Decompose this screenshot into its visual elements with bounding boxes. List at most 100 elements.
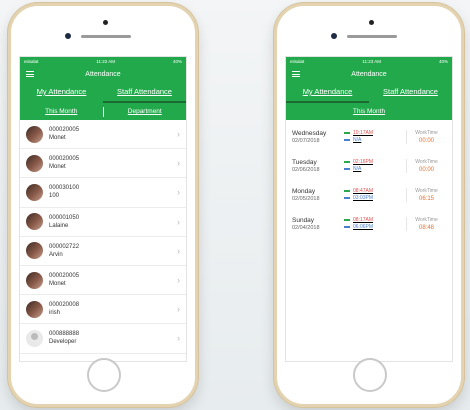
check-out-icon [344,226,350,228]
check-out-time: N/A [353,165,362,172]
filter-this-month[interactable]: This Month [20,108,103,115]
day-name: Monday [292,187,316,195]
camera-icon [331,33,337,39]
staff-name: irish [49,310,61,317]
nav-bar: Attendance [286,66,452,83]
list-item[interactable]: 000020005 Monet › [20,149,186,179]
check-in-time: 08:17AM [353,216,374,223]
worktime-label: WorkTime [415,129,438,136]
attendance-row[interactable]: Wednesday 02/07/2018 10:17AM N/A WorkTime… [286,122,452,151]
chevron-right-icon: › [177,187,180,198]
check-out-time: 03:03PM [353,194,374,201]
list-item[interactable]: 000020005 Monet › [20,120,186,150]
chevron-right-icon: › [177,275,180,286]
attendance-row[interactable]: Tuesday 02/06/2018 02:16PM N/A WorkTime 00… [286,151,452,180]
staff-name: Monet [49,281,66,288]
check-in-icon [344,190,350,192]
menu-icon[interactable] [26,71,34,77]
earpiece [347,35,397,38]
camera-icon [65,33,71,39]
day-date: 02/07/2018 [292,137,320,144]
page-title: Attendance [351,71,387,78]
status-bar: etisalat 11:23 AM 40% [286,57,452,66]
speaker-dot [103,20,108,25]
staff-id: 000888888 [49,331,80,338]
list-item[interactable]: 000020005 Monet › [20,266,186,296]
check-in-time: 02:16PM [353,158,374,165]
chevron-right-icon: › [177,333,180,344]
day-date: 02/05/2018 [292,195,320,202]
list-item[interactable]: 000888888 Developer › [20,324,186,354]
attendance-row[interactable]: Monday 02/05/2018 08:47AM 03:03PM WorkTim… [286,180,452,209]
worktime-value: 08:48 [418,224,434,231]
day-name: Sunday [292,216,315,224]
attendance-list: Wednesday 02/07/2018 10:17AM N/A WorkTime… [286,120,452,238]
chevron-right-icon: › [177,245,180,256]
list-item[interactable]: 000020008 irish › [20,295,186,325]
filter-department[interactable]: Department [104,108,187,115]
check-in-icon [344,132,350,134]
list-item[interactable]: 000001050 Lalaine › [20,208,186,237]
avatar [26,271,43,289]
staff-id: 000020005 [49,156,80,163]
staff-name: 100 [49,193,60,200]
avatar [26,242,43,260]
avatar [26,183,43,201]
chevron-right-icon: › [177,304,180,315]
worktime-label: WorkTime [415,187,438,194]
status-bar: etisalat 11:22 AM 40% [20,57,186,66]
tab-staff-attendance[interactable]: Staff Attendance [369,83,452,103]
day-name: Tuesday [292,158,317,166]
status-carrier: etisalat [24,59,39,64]
chevron-right-icon: › [177,216,180,227]
status-battery: 40% [172,59,182,64]
staff-name: Developer [49,339,77,346]
list-item[interactable]: 000002722 Arvin › [20,237,186,266]
check-out-icon [344,197,350,199]
staff-name: Arvin [49,251,63,258]
avatar [26,154,43,172]
menu-icon[interactable] [292,71,300,77]
worktime-label: WorkTime [415,216,438,223]
tab-my-attendance[interactable]: My Attendance [286,83,369,103]
check-out-time: N/A [353,136,362,143]
attendance-row[interactable]: Sunday 02/04/2018 08:17AM 06:06PM WorkTim… [286,209,452,238]
filter-bar: This Month Department [20,103,186,120]
check-out-icon [344,168,350,170]
home-button[interactable] [353,358,387,392]
filter-this-month[interactable]: This Month [286,108,452,115]
attendance-tabs: My Attendance Staff Attendance [286,83,452,103]
home-button[interactable] [87,358,121,392]
screen-right: etisalat 11:23 AM 40% Attendance My Atte… [285,56,453,362]
check-in-icon [344,219,350,221]
avatar [26,213,43,231]
tab-my-attendance[interactable]: My Attendance [20,83,103,103]
list-item[interactable]: 000030100 100 › [20,178,186,208]
day-date: 02/06/2018 [292,166,320,173]
tab-staff-attendance[interactable]: Staff Attendance [103,83,186,103]
check-in-icon [344,161,350,163]
staff-id: 000030100 [49,185,80,192]
speaker-dot [369,20,374,25]
page-title: Attendance [85,71,121,78]
avatar [26,300,43,318]
staff-list: 000020005 Monet › 000020005 Monet › 000030… [20,120,186,354]
status-time: 11:23 AM [362,59,381,64]
status-battery: 40% [438,59,448,64]
staff-id: 000020005 [49,273,80,280]
staff-id: 000001050 [49,214,80,221]
screen-left: etisalat 11:22 AM 40% Attendance My Atte… [19,56,187,362]
check-out-icon [344,139,350,141]
status-time: 11:22 AM [96,59,115,64]
phone-right: etisalat 11:23 AM 40% Attendance My Atte… [274,3,464,407]
staff-name: Monet [49,164,66,171]
day-name: Wednesday [292,129,327,137]
worktime-value: 00:00 [418,166,434,173]
chevron-right-icon: › [177,158,180,169]
staff-id: 000020005 [49,127,80,134]
filter-bar: This Month [286,103,452,120]
avatar [26,125,43,143]
nav-bar: Attendance [20,66,186,83]
earpiece [81,35,131,38]
check-out-time: 06:06PM [353,223,374,230]
